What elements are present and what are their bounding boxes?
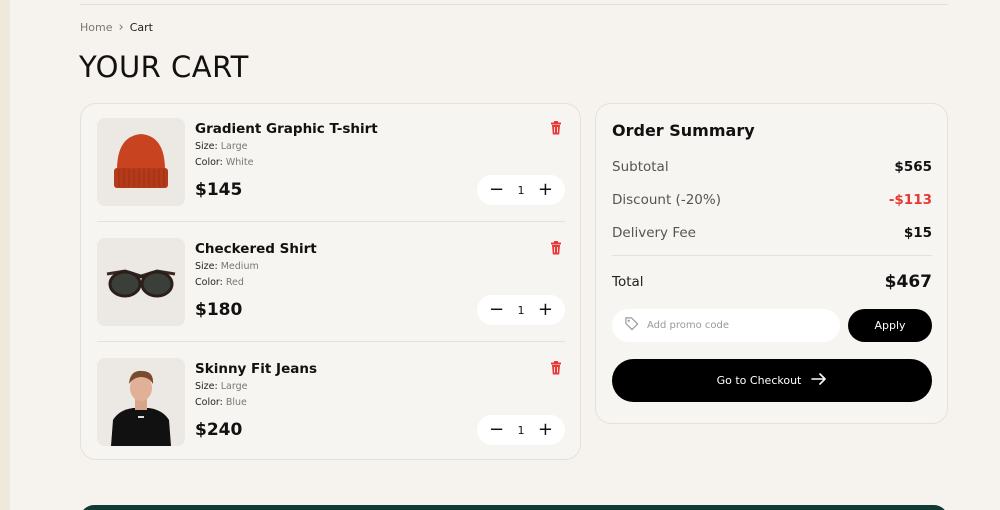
cart-item: Gradient Graphic T-shirt Size: Large Col… [97,118,565,223]
quantity-stepper: − 1 + [477,415,565,445]
product-thumbnail[interactable] [97,118,185,206]
promo-code-field [612,309,840,342]
subtotal-row: Subtotal $565 [612,159,932,175]
subtotal-label: Subtotal [612,159,669,175]
total-label: Total [612,274,644,290]
quantity-stepper: − 1 + [477,175,565,205]
minus-icon[interactable]: − [489,301,504,319]
summary-divider [612,255,932,256]
product-price: $180 [195,300,243,320]
product-size: Size: Large [195,141,248,152]
cart-item: Skinny Fit Jeans Size: Large Color: Blue… [97,358,565,463]
arrow-right-icon [811,372,827,389]
minus-icon[interactable]: − [489,421,504,439]
cart-items-panel: Gradient Graphic T-shirt Size: Large Col… [80,103,581,460]
item-divider [97,221,565,222]
checkout-label: Go to Checkout [716,374,802,387]
total-row: Total $467 [612,272,932,292]
delivery-fee-row: Delivery Fee $15 [612,225,932,241]
tag-icon [624,316,639,335]
breadcrumb: Home › Cart [80,21,153,34]
order-summary-panel: Order Summary Subtotal $565 Discount (-2… [595,103,948,424]
header-divider [80,4,948,5]
man-black-tshirt-image [97,358,185,446]
product-size: Size: Large [195,381,248,392]
total-value: $467 [884,272,932,292]
product-name[interactable]: Gradient Graphic T-shirt [195,121,378,137]
plus-icon[interactable]: + [538,181,553,199]
discount-label: Discount (-20%) [612,192,721,208]
delivery-fee-value: $15 [903,225,932,241]
trash-icon[interactable] [549,120,563,135]
cart-item: Checkered Shirt Size: Medium Color: Red … [97,238,565,343]
product-size: Size: Medium [195,261,259,272]
plus-icon[interactable]: + [538,301,553,319]
quantity-value: 1 [517,423,525,437]
product-color: Color: Blue [195,397,247,408]
quantity-value: 1 [517,303,525,317]
newsletter-banner [80,505,948,510]
product-name[interactable]: Checkered Shirt [195,241,317,257]
checkout-button[interactable]: Go to Checkout [612,359,932,402]
quantity-value: 1 [517,183,525,197]
product-thumbnail[interactable] [97,238,185,326]
product-color: Color: Red [195,277,244,288]
sunglasses-image [97,238,185,326]
subtotal-value: $565 [894,159,932,175]
apply-promo-button[interactable]: Apply [848,309,932,342]
plus-icon[interactable]: + [538,421,553,439]
product-thumbnail[interactable] [97,358,185,446]
promo-code-input[interactable] [647,320,817,331]
product-price: $145 [195,180,243,200]
trash-icon[interactable] [549,360,563,375]
page-title: YOUR CART [79,50,249,84]
product-name[interactable]: Skinny Fit Jeans [195,361,317,377]
minus-icon[interactable]: − [489,181,504,199]
product-color: Color: White [195,157,254,168]
breadcrumb-home-link[interactable]: Home [80,21,112,34]
discount-row: Discount (-20%) -$113 [612,192,932,208]
chevron-right-icon: › [118,20,124,35]
discount-value: -$113 [888,192,932,208]
item-divider [97,341,565,342]
order-summary-title: Order Summary [612,121,755,140]
left-edge-strip [0,0,10,510]
trash-icon[interactable] [549,240,563,255]
delivery-fee-label: Delivery Fee [612,225,696,241]
red-beanie-image [97,118,185,206]
quantity-stepper: − 1 + [477,295,565,325]
product-price: $240 [195,420,243,440]
breadcrumb-current: Cart [129,21,153,34]
